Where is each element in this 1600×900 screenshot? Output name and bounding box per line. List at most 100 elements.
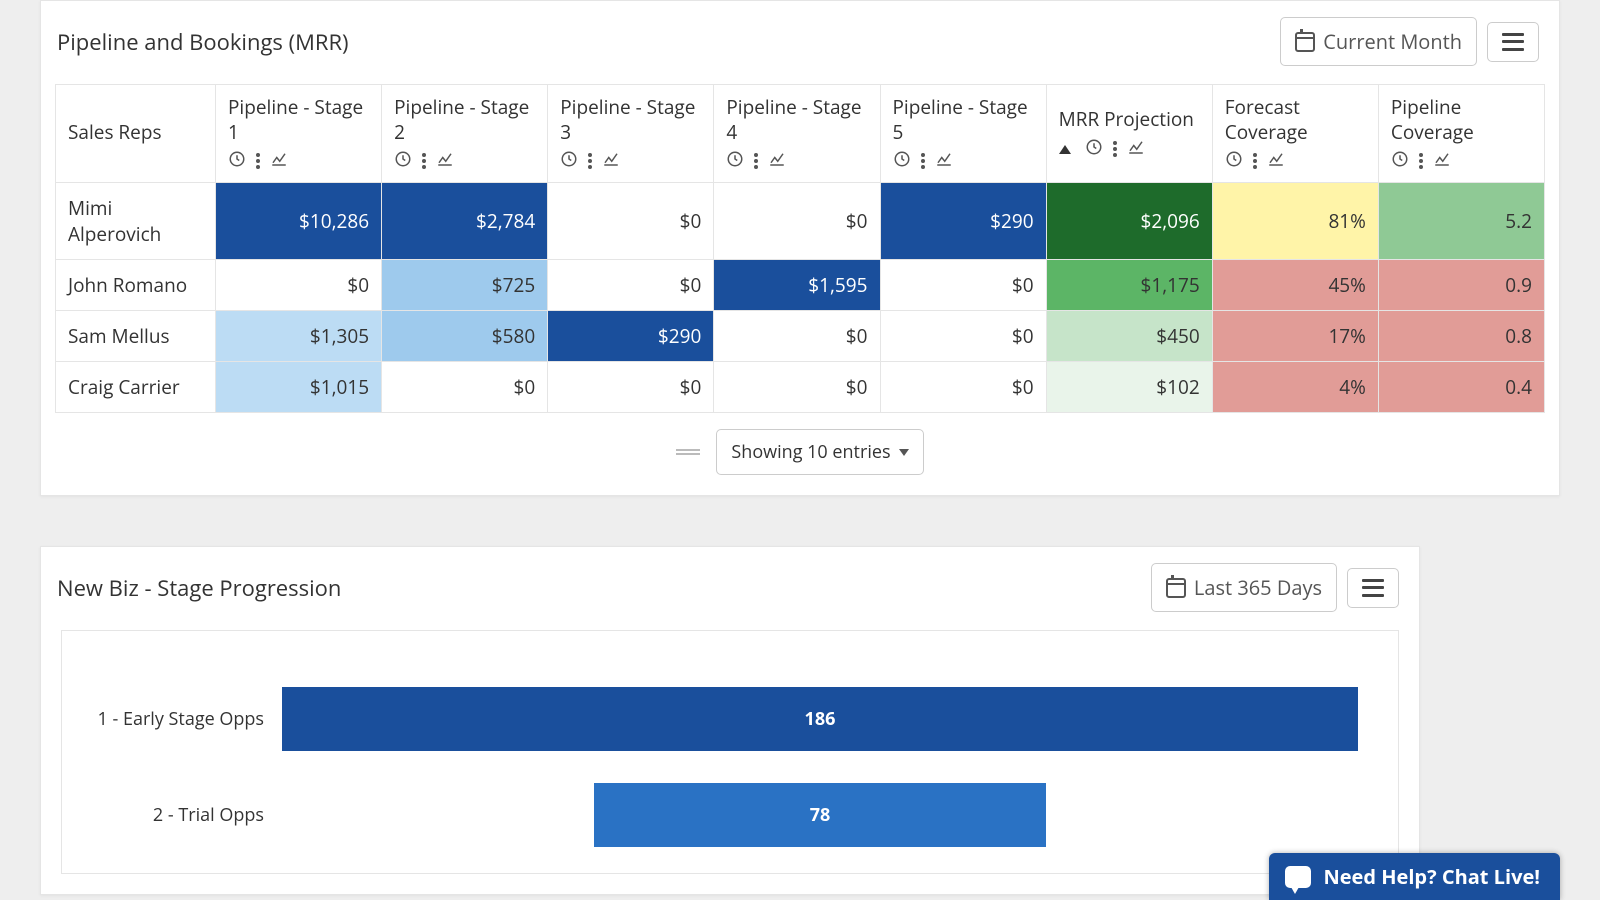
data-cell[interactable]: $290 bbox=[880, 183, 1046, 260]
date-range-button[interactable]: Current Month bbox=[1280, 17, 1477, 66]
kebab-icon[interactable] bbox=[754, 153, 758, 169]
data-cell[interactable]: $2,096 bbox=[1046, 183, 1212, 260]
hamburger-icon bbox=[1502, 33, 1524, 51]
sales-rep-name[interactable]: Craig Carrier bbox=[56, 362, 216, 413]
clock-icon[interactable] bbox=[1225, 148, 1243, 174]
clock-icon[interactable] bbox=[893, 148, 911, 174]
sort-asc-icon[interactable] bbox=[1059, 145, 1071, 154]
data-cell[interactable]: $0 bbox=[880, 260, 1046, 311]
bar-category-label: 2 - Trial Opps bbox=[82, 803, 282, 827]
data-cell[interactable]: $2,784 bbox=[382, 183, 548, 260]
kebab-icon[interactable] bbox=[422, 153, 426, 169]
kebab-icon[interactable] bbox=[1419, 153, 1423, 169]
col-action-icons[interactable] bbox=[1059, 136, 1200, 162]
col-header[interactable]: MRR Projection bbox=[1046, 85, 1212, 183]
col-header[interactable]: Pipeline - Stage 1 bbox=[216, 85, 382, 183]
col-action-icons[interactable] bbox=[394, 148, 535, 174]
data-cell[interactable]: $0 bbox=[548, 362, 714, 413]
sales-rep-name[interactable]: John Romano bbox=[56, 260, 216, 311]
data-cell[interactable]: $0 bbox=[714, 311, 880, 362]
col-label: Pipeline - Stage 5 bbox=[893, 95, 1034, 144]
data-cell[interactable]: $0 bbox=[382, 362, 548, 413]
data-cell[interactable]: $1,305 bbox=[216, 311, 382, 362]
kebab-icon[interactable] bbox=[1113, 141, 1117, 157]
trend-icon[interactable] bbox=[270, 148, 288, 174]
clock-icon[interactable] bbox=[726, 148, 744, 174]
data-cell[interactable]: $0 bbox=[714, 183, 880, 260]
entries-dropdown[interactable]: Showing 10 entries bbox=[716, 429, 923, 475]
trend-icon[interactable] bbox=[436, 148, 454, 174]
col-header[interactable]: Pipeline - Stage 4 bbox=[714, 85, 880, 183]
pipeline-table: Sales RepsPipeline - Stage 1 Pipeline - S… bbox=[55, 84, 1545, 413]
sales-rep-name[interactable]: Mimi Alperovich bbox=[56, 183, 216, 260]
col-action-icons[interactable] bbox=[1391, 148, 1532, 174]
bar-fill[interactable]: 186 bbox=[282, 687, 1358, 751]
bar-chart: 1 - Early Stage Opps1862 - Trial Opps78 bbox=[61, 630, 1399, 874]
data-cell[interactable]: $0 bbox=[548, 260, 714, 311]
col-header[interactable]: Pipeline Coverage bbox=[1378, 85, 1544, 183]
col-header[interactable]: Pipeline - Stage 3 bbox=[548, 85, 714, 183]
data-cell[interactable]: $290 bbox=[548, 311, 714, 362]
data-cell[interactable]: $102 bbox=[1046, 362, 1212, 413]
data-cell[interactable]: $725 bbox=[382, 260, 548, 311]
trend-icon[interactable] bbox=[1127, 136, 1145, 162]
data-cell[interactable]: $0 bbox=[216, 260, 382, 311]
col-action-icons[interactable] bbox=[560, 148, 701, 174]
kebab-icon[interactable] bbox=[256, 153, 260, 169]
chat-widget[interactable]: Need Help? Chat Live! bbox=[1269, 853, 1560, 900]
clock-icon[interactable] bbox=[228, 148, 246, 174]
trend-icon[interactable] bbox=[768, 148, 786, 174]
data-cell[interactable]: 17% bbox=[1212, 311, 1378, 362]
data-cell[interactable]: $450 bbox=[1046, 311, 1212, 362]
kebab-icon[interactable] bbox=[921, 153, 925, 169]
data-cell[interactable]: $1,595 bbox=[714, 260, 880, 311]
sales-rep-name[interactable]: Sam Mellus bbox=[56, 311, 216, 362]
data-cell[interactable]: $0 bbox=[548, 183, 714, 260]
data-cell[interactable]: $0 bbox=[714, 362, 880, 413]
drag-handle-icon[interactable] bbox=[676, 449, 700, 455]
clock-icon[interactable] bbox=[1085, 136, 1103, 162]
data-cell[interactable]: 0.8 bbox=[1378, 311, 1544, 362]
data-cell[interactable]: 5.2 bbox=[1378, 183, 1544, 260]
trend-icon[interactable] bbox=[1433, 148, 1451, 174]
col-label: MRR Projection bbox=[1059, 107, 1200, 132]
data-cell[interactable]: 0.9 bbox=[1378, 260, 1544, 311]
trend-icon[interactable] bbox=[935, 148, 953, 174]
table-row: Mimi Alperovich$10,286$2,784$0$0$290$2,0… bbox=[56, 183, 1545, 260]
bar-row: 2 - Trial Opps 78 bbox=[82, 767, 1358, 863]
data-cell[interactable]: $580 bbox=[382, 311, 548, 362]
bar-fill[interactable]: 78 bbox=[594, 783, 1045, 847]
data-cell[interactable]: $0 bbox=[880, 362, 1046, 413]
col-label: Pipeline - Stage 1 bbox=[228, 95, 369, 144]
data-cell[interactable]: 81% bbox=[1212, 183, 1378, 260]
col-action-icons[interactable] bbox=[228, 148, 369, 174]
col-header[interactable]: Forecast Coverage bbox=[1212, 85, 1378, 183]
data-cell[interactable]: $0 bbox=[880, 311, 1046, 362]
col-header[interactable]: Pipeline - Stage 5 bbox=[880, 85, 1046, 183]
menu-button[interactable] bbox=[1487, 22, 1539, 62]
clock-icon[interactable] bbox=[560, 148, 578, 174]
date-range-button[interactable]: Last 365 Days bbox=[1151, 563, 1337, 612]
clock-icon[interactable] bbox=[394, 148, 412, 174]
col-sales-reps[interactable]: Sales Reps bbox=[56, 85, 216, 183]
trend-icon[interactable] bbox=[602, 148, 620, 174]
data-cell[interactable]: 0.4 bbox=[1378, 362, 1544, 413]
kebab-icon[interactable] bbox=[588, 153, 592, 169]
data-cell[interactable]: 4% bbox=[1212, 362, 1378, 413]
col-header[interactable]: Pipeline - Stage 2 bbox=[382, 85, 548, 183]
col-action-icons[interactable] bbox=[1225, 148, 1366, 174]
menu-button[interactable] bbox=[1347, 568, 1399, 608]
clock-icon[interactable] bbox=[1391, 148, 1409, 174]
data-cell[interactable]: $10,286 bbox=[216, 183, 382, 260]
data-cell[interactable]: 45% bbox=[1212, 260, 1378, 311]
col-action-icons[interactable] bbox=[726, 148, 867, 174]
data-cell[interactable]: $1,175 bbox=[1046, 260, 1212, 311]
trend-icon[interactable] bbox=[1267, 148, 1285, 174]
card-header: New Biz - Stage Progression Last 365 Day… bbox=[41, 547, 1419, 630]
card-title: Pipeline and Bookings (MRR) bbox=[57, 27, 349, 57]
col-action-icons[interactable] bbox=[893, 148, 1034, 174]
data-cell[interactable]: $1,015 bbox=[216, 362, 382, 413]
kebab-icon[interactable] bbox=[1253, 153, 1257, 169]
date-range-label: Last 365 Days bbox=[1194, 574, 1322, 601]
col-label: Pipeline Coverage bbox=[1391, 95, 1532, 144]
